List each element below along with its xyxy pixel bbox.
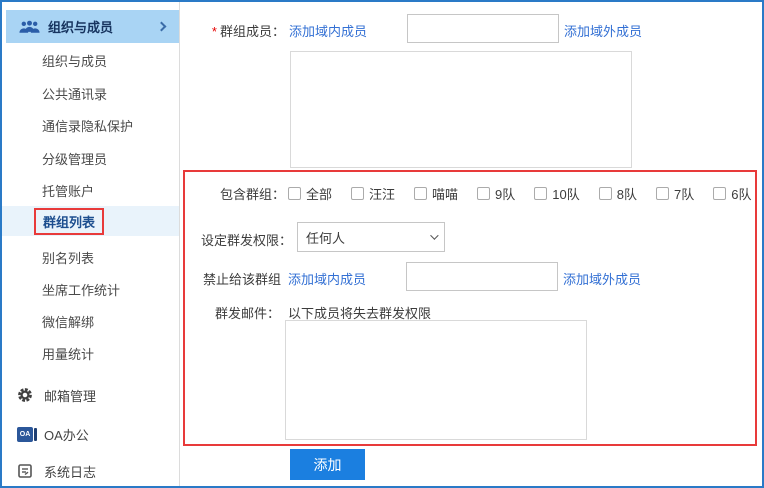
sidebar-item-managed-accounts[interactable]: 托管账户 bbox=[2, 174, 179, 206]
sidebar-parent-label: 系统日志 bbox=[44, 462, 96, 481]
checkbox-icon[interactable] bbox=[477, 187, 490, 200]
sidebar-item-oa-office[interactable]: OA OA办公 bbox=[2, 418, 179, 450]
add-button[interactable]: 添加 bbox=[290, 449, 365, 480]
sidebar-item-label: 分级管理员 bbox=[42, 149, 107, 168]
sidebar-parent-label: OA办公 bbox=[44, 425, 89, 444]
sidebar-item-system-log[interactable]: 系统日志 bbox=[2, 455, 179, 487]
checkbox-wangwang[interactable]: 汪汪 bbox=[351, 184, 395, 203]
checkbox-icon[interactable] bbox=[288, 187, 301, 200]
checkbox-team10[interactable]: 10队 bbox=[534, 184, 579, 203]
forbid-group-label: 禁止给该群组 bbox=[183, 269, 287, 288]
sidebar-item-alias-list[interactable]: 别名列表 bbox=[2, 241, 179, 273]
checkbox-icon[interactable] bbox=[656, 187, 669, 200]
log-icon bbox=[14, 464, 36, 478]
include-groups-label: 包含群组： bbox=[190, 184, 285, 203]
forbid-add-external-link[interactable]: 添加域外成员 bbox=[563, 269, 641, 288]
checkbox-icon[interactable] bbox=[351, 187, 364, 200]
sidebar-item-mailbox-management[interactable]: 邮箱管理 bbox=[2, 379, 179, 411]
sidebar-item-tiered-admins[interactable]: 分级管理员 bbox=[2, 142, 179, 174]
mass-mail-textarea[interactable] bbox=[285, 320, 587, 440]
sidebar-item-label: 公共通讯录 bbox=[42, 84, 107, 103]
sidebar-parent-label: 组织与成员 bbox=[48, 17, 113, 36]
group-form-area: *群组成员： 添加域内成员 添加域外成员 包含群组： 全部 汪汪 喵喵 9队 1… bbox=[180, 2, 762, 486]
chevron-right-icon bbox=[157, 22, 167, 32]
chevron-down-icon bbox=[430, 231, 438, 239]
include-groups-row: 全部 汪汪 喵喵 9队 10队 8队 7队 6队 5队 bbox=[288, 184, 757, 203]
checkbox-miaomiao[interactable]: 喵喵 bbox=[414, 184, 458, 203]
group-member-input[interactable] bbox=[407, 14, 559, 43]
sidebar-item-label: 别名列表 bbox=[42, 248, 94, 267]
forbid-group-input[interactable] bbox=[406, 262, 558, 291]
group-members-label: *群组成员： bbox=[190, 21, 285, 40]
group-members-textarea[interactable] bbox=[290, 51, 632, 168]
sidebar-item-org-members[interactable]: 组织与成员 bbox=[2, 44, 179, 76]
sidebar-item-agent-stats[interactable]: 坐席工作统计 bbox=[2, 273, 179, 305]
sidebar-item-label: 托管账户 bbox=[42, 181, 94, 200]
checkbox-icon[interactable] bbox=[534, 187, 547, 200]
select-value: 任何人 bbox=[306, 228, 345, 247]
checkbox-icon[interactable] bbox=[599, 187, 612, 200]
sidebar-item-usage-stats[interactable]: 用量统计 bbox=[2, 337, 179, 369]
checkbox-icon[interactable] bbox=[414, 187, 427, 200]
sidebar-item-label: 组织与成员 bbox=[42, 51, 107, 70]
send-permission-label: 设定群发权限： bbox=[197, 230, 292, 249]
sidebar-item-public-contacts[interactable]: 公共通讯录 bbox=[2, 77, 179, 109]
users-icon bbox=[18, 20, 40, 34]
checkbox-team9[interactable]: 9队 bbox=[477, 184, 515, 203]
add-external-member-link[interactable]: 添加域外成员 bbox=[564, 21, 642, 40]
checkbox-team8[interactable]: 8队 bbox=[599, 184, 637, 203]
send-permission-select[interactable]: 任何人 bbox=[297, 222, 445, 252]
gear-icon bbox=[14, 387, 36, 403]
checkbox-team6[interactable]: 6队 bbox=[713, 184, 751, 203]
forbid-add-internal-link[interactable]: 添加域内成员 bbox=[288, 269, 366, 288]
sidebar-item-contacts-privacy[interactable]: 通信录隐私保护 bbox=[2, 109, 179, 141]
sidebar: 组织与成员 组织与成员 公共通讯录 通信录隐私保护 分级管理员 托管账户 群组列… bbox=[2, 2, 180, 486]
sidebar-item-label: 用量统计 bbox=[42, 344, 94, 363]
sidebar-item-label: 通信录隐私保护 bbox=[42, 116, 133, 135]
sidebar-parent-label: 邮箱管理 bbox=[44, 386, 96, 405]
admin-console-window: 组织与成员 组织与成员 公共通讯录 通信录隐私保护 分级管理员 托管账户 群组列… bbox=[0, 0, 764, 488]
sidebar-item-label: 微信解绑 bbox=[42, 312, 94, 331]
checkbox-team7[interactable]: 7队 bbox=[656, 184, 694, 203]
annotation-red-box: 包含群组： 全部 汪汪 喵喵 9队 10队 8队 7队 6队 5队 设定群发权限… bbox=[183, 170, 757, 446]
checkbox-all[interactable]: 全部 bbox=[288, 184, 332, 203]
sidebar-item-group-list[interactable]: 群组列表 bbox=[2, 206, 179, 236]
checkbox-icon[interactable] bbox=[713, 187, 726, 200]
required-asterisk: * bbox=[212, 24, 217, 39]
sidebar-item-org-members-parent[interactable]: 组织与成员 bbox=[6, 10, 179, 43]
sidebar-item-label-selected: 群组列表 bbox=[34, 208, 104, 235]
mass-mail-label: 群发邮件： bbox=[185, 303, 280, 322]
add-internal-member-link[interactable]: 添加域内成员 bbox=[289, 21, 367, 40]
sidebar-item-label: 坐席工作统计 bbox=[42, 280, 120, 299]
sidebar-item-wechat-unbind[interactable]: 微信解绑 bbox=[2, 305, 179, 337]
oa-icon: OA bbox=[14, 427, 36, 442]
